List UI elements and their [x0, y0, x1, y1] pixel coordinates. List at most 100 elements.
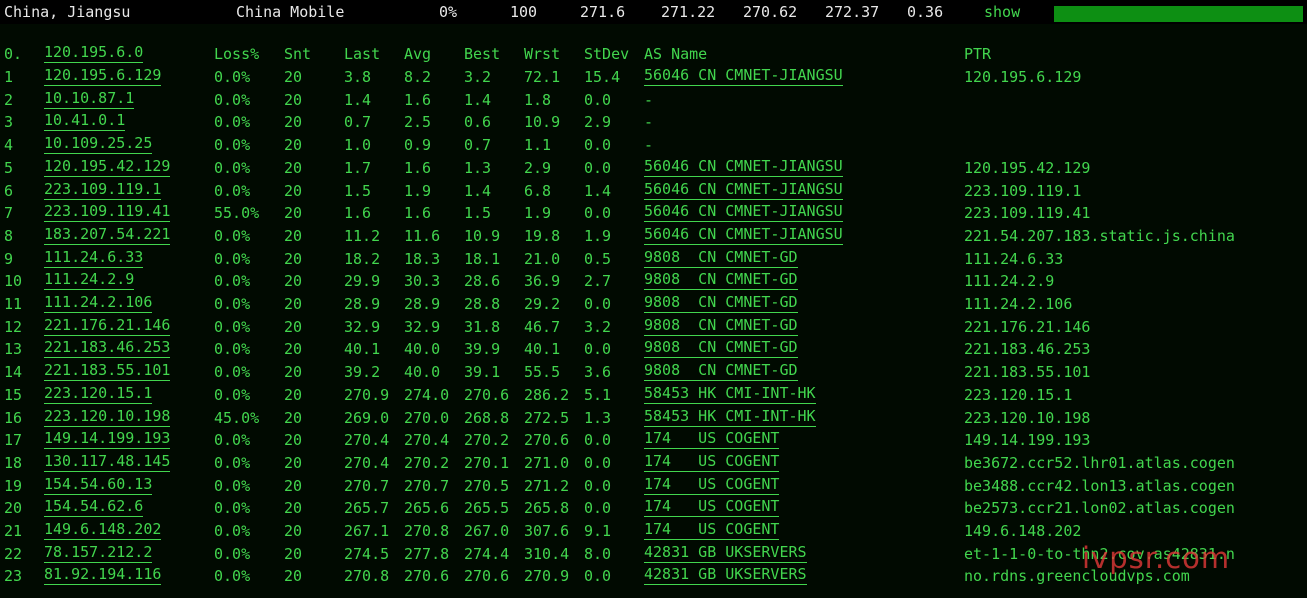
- hop-sent: 20: [284, 499, 303, 517]
- hop-as-link[interactable]: 42831 GB UKSERVERS: [644, 565, 807, 585]
- hop-ip-link[interactable]: 223.120.15.1: [44, 384, 153, 404]
- hop-stdev: 3.2: [584, 318, 612, 336]
- hop-last: 1.0: [344, 136, 372, 154]
- hop-loss: 0.0%: [214, 272, 251, 290]
- hop-number: 13: [4, 340, 23, 358]
- hop-number: 23: [4, 567, 23, 585]
- hop-best: 268.8: [464, 409, 510, 427]
- hop-loss: 0.0%: [214, 522, 251, 540]
- hop-worst: 2.9: [524, 159, 552, 177]
- hop-stdev: 5.1: [584, 386, 612, 404]
- hop-as-link[interactable]: 174 US COGENT: [644, 520, 780, 540]
- table-row: 5 120.195.42.129 0.0% 20 1.7 1.6 1.3 2.9 0.0 5604…: [0, 157, 1307, 179]
- hop-as-link[interactable]: 56046 CN CMNET-JIANGSU: [644, 202, 843, 222]
- mtr-table: 0. 120.195.6.0 Loss% Snt Last Avg Best W…: [0, 24, 1307, 598]
- hop-as-link[interactable]: 9808 CN CMNET-GD: [644, 270, 798, 290]
- hop-stdev: 1.9: [584, 227, 612, 245]
- hop-as-link[interactable]: 174 US COGENT: [644, 497, 780, 517]
- hop-ip-link[interactable]: 10.10.87.1: [44, 89, 135, 109]
- hop-ip-link[interactable]: 10.41.0.1: [44, 111, 126, 131]
- hop-ip-link[interactable]: 223.120.10.198: [44, 407, 171, 427]
- hop-as-link[interactable]: 9808 CN CMNET-GD: [644, 361, 798, 381]
- hop-worst: 29.2: [524, 295, 561, 313]
- hop-ip-link[interactable]: 149.6.148.202: [44, 520, 162, 540]
- progress-bar: [1054, 6, 1303, 22]
- hop-ip-link[interactable]: 183.207.54.221: [44, 225, 171, 245]
- hop-ptr: be3672.ccr52.lhr01.atlas.cogen: [964, 454, 1235, 472]
- hop-as-link[interactable]: 56046 CN CMNET-JIANGSU: [644, 66, 843, 86]
- hop-as-link[interactable]: 9808 CN CMNET-GD: [644, 338, 798, 358]
- hop-loss: 0.0%: [214, 159, 251, 177]
- hop-ip-link[interactable]: 149.14.199.193: [44, 429, 171, 449]
- hop-ip-link[interactable]: 130.117.48.145: [44, 452, 171, 472]
- hop-number: 18: [4, 454, 23, 472]
- hop-number: 4: [4, 136, 14, 154]
- hop-worst: 1.9: [524, 204, 552, 222]
- hop-as-link[interactable]: 9808 CN CMNET-GD: [644, 248, 798, 268]
- hop-ptr: 111.24.2.106: [964, 295, 1073, 313]
- hop-ip-link[interactable]: 120.195.6.129: [44, 66, 162, 86]
- hop-as-link[interactable]: 42831 GB UKSERVERS: [644, 543, 807, 563]
- table-row: 10 111.24.2.9 0.0% 20 29.9 30.3 28.6 36.9 2.7 980…: [0, 270, 1307, 292]
- hop-as-link[interactable]: 174 US COGENT: [644, 452, 780, 472]
- hop-ip-link[interactable]: 111.24.6.33: [44, 248, 144, 268]
- hop-stdev: 0.0: [584, 136, 612, 154]
- hop-ip-link[interactable]: 154.54.60.13: [44, 475, 153, 495]
- table-row: 23 81.92.194.116 0.0% 20 270.8 270.6 270.6 270.…: [0, 565, 1307, 587]
- hop-last: 270.7: [344, 477, 390, 495]
- hop-ptr: 223.120.10.198: [964, 409, 1091, 427]
- hop-ip-link[interactable]: 221.183.55.101: [44, 361, 171, 381]
- header-last: Last: [344, 45, 381, 63]
- hop-sent: 20: [284, 204, 303, 222]
- hop-as-link[interactable]: 56046 CN CMNET-JIANGSU: [644, 180, 843, 200]
- hop-worst: 1.8: [524, 91, 552, 109]
- hop-loss: 0.0%: [214, 318, 251, 336]
- hop-ip-link[interactable]: 78.157.212.2: [44, 543, 153, 563]
- hop-avg: 277.8: [404, 545, 450, 563]
- hop-ip-link[interactable]: 154.54.62.6: [44, 497, 144, 517]
- hop-number: 7: [4, 204, 14, 222]
- hop-number: 21: [4, 522, 23, 540]
- hop-ip-link[interactable]: 111.24.2.9: [44, 270, 135, 290]
- table-row: 11 111.24.2.106 0.0% 20 28.9 28.9 28.8 29.2 0.0 9…: [0, 293, 1307, 315]
- hop-ip-link[interactable]: 10.109.25.25: [44, 134, 153, 154]
- hop-last: 270.4: [344, 431, 390, 449]
- header-stdev: StDev: [584, 45, 630, 63]
- hop-ip-link[interactable]: 223.109.119.41: [44, 202, 171, 222]
- hop-as-link[interactable]: 56046 CN CMNET-JIANGSU: [644, 225, 843, 245]
- hop-avg: 18.3: [404, 250, 441, 268]
- hop-sent: 20: [284, 545, 303, 563]
- hop-as-link[interactable]: 174 US COGENT: [644, 475, 780, 495]
- hop-ip-link[interactable]: 111.24.2.106: [44, 293, 153, 313]
- hop-ip-link[interactable]: 223.109.119.1: [44, 180, 162, 200]
- hop-as-link[interactable]: 9808 CN CMNET-GD: [644, 293, 798, 313]
- hop-ip-link[interactable]: 221.176.21.146: [44, 316, 171, 336]
- hop-loss: 0.0%: [214, 91, 251, 109]
- hop-last: 270.9: [344, 386, 390, 404]
- hop-as-link[interactable]: 56046 CN CMNET-JIANGSU: [644, 157, 843, 177]
- hop-ip-link[interactable]: 221.183.46.253: [44, 338, 171, 358]
- header-host[interactable]: 120.195.6.0: [44, 43, 144, 63]
- hop-stdev: 0.0: [584, 567, 612, 585]
- show-button[interactable]: show: [984, 2, 1020, 22]
- hop-ptr: 223.120.15.1: [964, 386, 1073, 404]
- hop-last: 265.7: [344, 499, 390, 517]
- hop-last: 28.9: [344, 295, 381, 313]
- hop-as-link[interactable]: 9808 CN CMNET-GD: [644, 316, 798, 336]
- hop-last: 18.2: [344, 250, 381, 268]
- hop-last: 29.9: [344, 272, 381, 290]
- hop-best: 18.1: [464, 250, 501, 268]
- hop-as-link[interactable]: 58453 HK CMI-INT-HK: [644, 384, 816, 404]
- hop-best: 270.2: [464, 431, 510, 449]
- table-row: 15 223.120.15.1 0.0% 20 270.9 274.0 270.6 286.2…: [0, 384, 1307, 406]
- hop-number: 11: [4, 295, 23, 313]
- hop-as-link[interactable]: 174 US COGENT: [644, 429, 780, 449]
- hop-ptr: 120.195.42.129: [964, 159, 1091, 177]
- hop-last: 0.7: [344, 113, 372, 131]
- hop-ip-link[interactable]: 120.195.42.129: [44, 157, 171, 177]
- hop-ip-link[interactable]: 81.92.194.116: [44, 565, 162, 585]
- hop-best: 1.3: [464, 159, 492, 177]
- hop-stdev: 0.0: [584, 477, 612, 495]
- hop-as-link[interactable]: 58453 HK CMI-INT-HK: [644, 407, 816, 427]
- hop-avg: 270.6: [404, 567, 450, 585]
